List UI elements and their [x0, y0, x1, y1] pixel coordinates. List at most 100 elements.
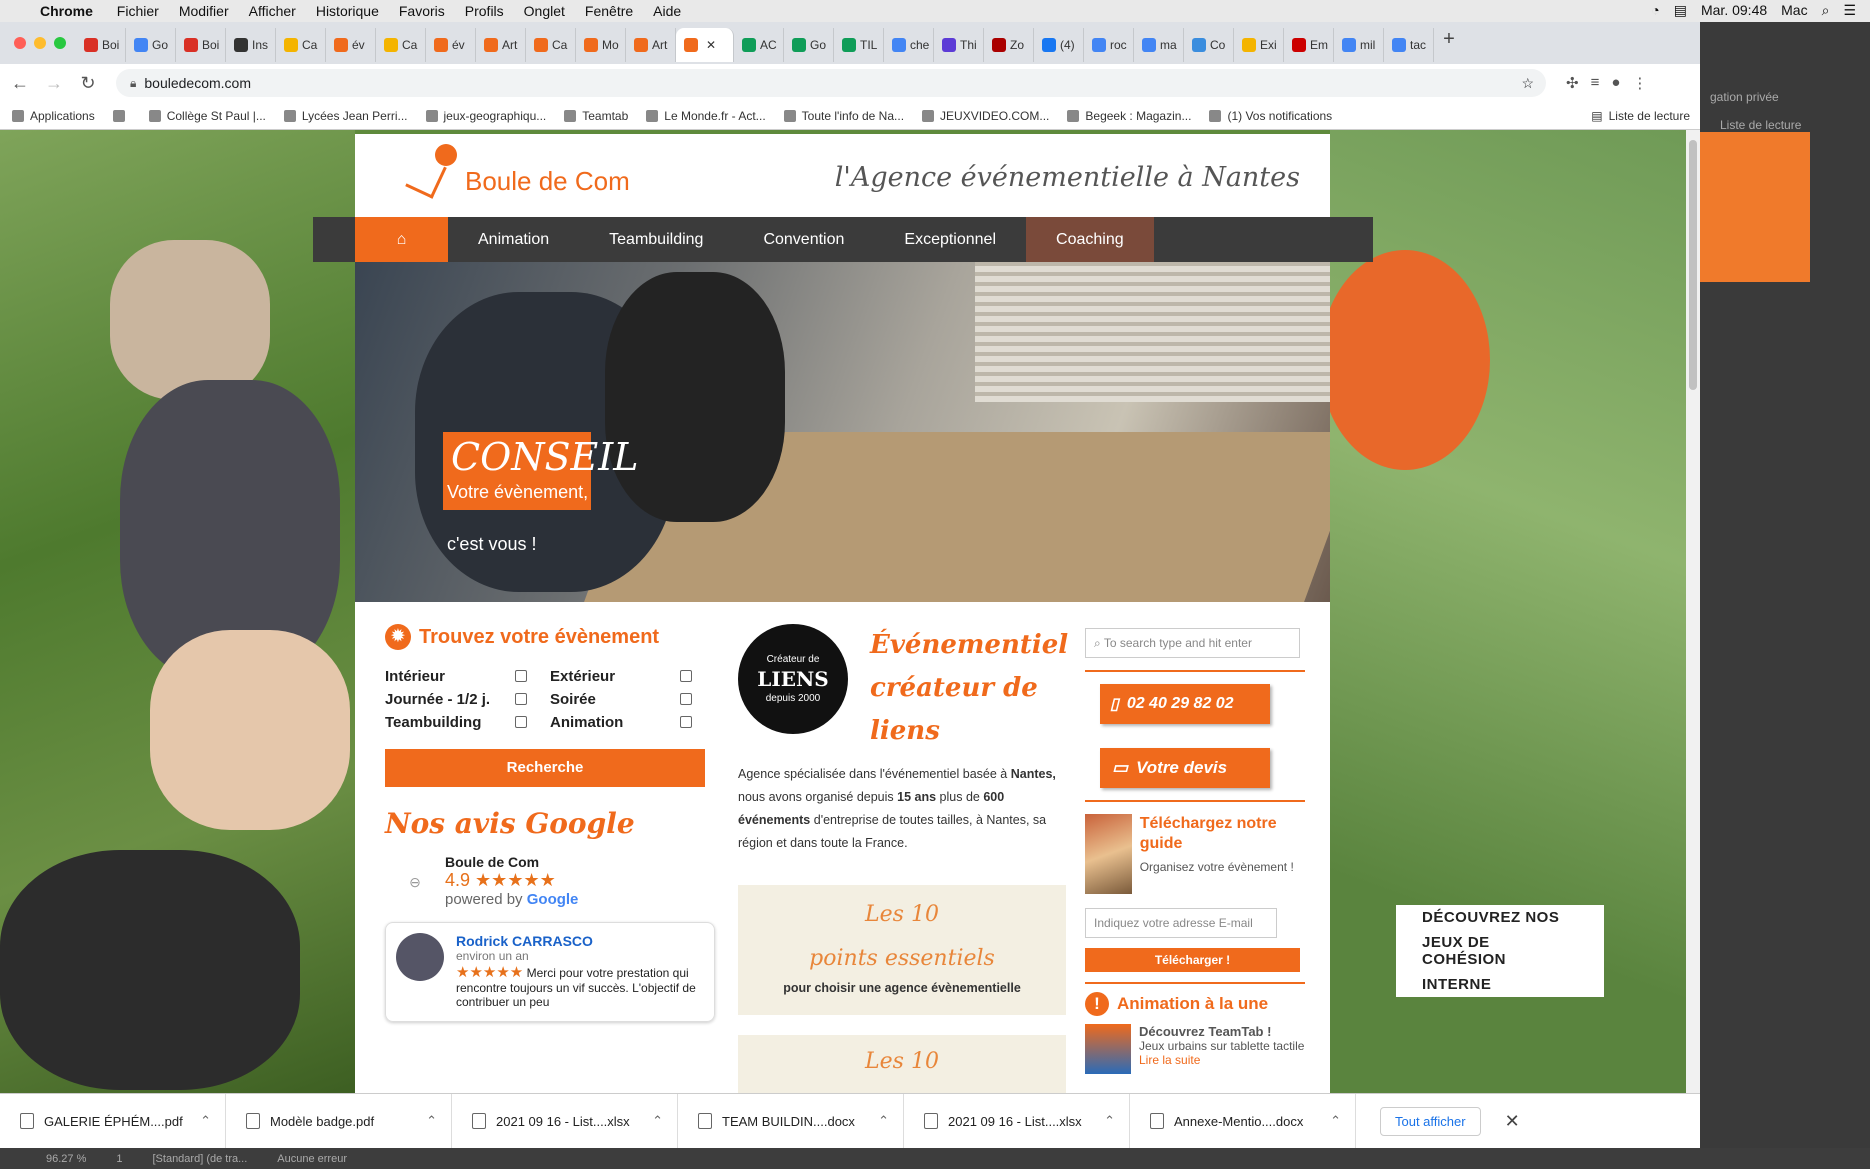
guide-title[interactable]: Téléchargez notre guide: [1140, 814, 1305, 854]
chevron-up-icon[interactable]: ⌃: [200, 1113, 211, 1129]
filter-checkbox-animation[interactable]: [680, 716, 692, 728]
app-name[interactable]: Chrome: [40, 3, 93, 19]
flag-icon[interactable]: ▤: [1674, 2, 1687, 19]
zoom-window-button[interactable]: [54, 37, 66, 49]
bookmark-item[interactable]: Applications: [12, 109, 95, 123]
menu-5[interactable]: Profils: [465, 3, 504, 19]
chevron-up-icon[interactable]: ⌃: [1104, 1113, 1115, 1129]
devis-button[interactable]: ▭ Votre devis: [1100, 748, 1270, 788]
menu-4[interactable]: Favoris: [399, 3, 445, 19]
site-logo[interactable]: Boule de Com: [405, 144, 630, 199]
home-nav-button[interactable]: ⌂: [355, 217, 448, 262]
ten-points-box-2[interactable]: Les 10: [738, 1035, 1066, 1093]
user-name[interactable]: Mac: [1781, 2, 1807, 19]
menu-icon[interactable]: ☰: [1843, 2, 1856, 19]
email-field[interactable]: Indiquez votre adresse E-mail: [1085, 908, 1277, 938]
browser-tab[interactable]: roc: [1084, 28, 1134, 62]
menu-7[interactable]: Fenêtre: [585, 3, 633, 19]
nav-coaching[interactable]: Coaching: [1026, 217, 1154, 262]
recherche-button[interactable]: Recherche: [385, 749, 705, 787]
bookmark-item[interactable]: Toute l'info de Na...: [783, 109, 904, 123]
search-input[interactable]: ⌕ To search type and hit enter: [1085, 628, 1300, 658]
browser-tab[interactable]: Art: [626, 28, 676, 62]
download-item[interactable]: 2021 09 16 - List....xlsx ⌃: [904, 1093, 1130, 1149]
menu-2[interactable]: Afficher: [249, 3, 296, 19]
scroll-thumb[interactable]: [1689, 140, 1697, 390]
chevron-up-icon[interactable]: ⌃: [426, 1113, 437, 1129]
browser-tab[interactable]: Boi: [76, 28, 126, 62]
bookmark-item[interactable]: Begeek : Magazin...: [1067, 109, 1191, 123]
page-scrollbar[interactable]: [1686, 130, 1700, 1093]
teamtab-item[interactable]: Découvrez TeamTab ! Jeux urbains sur tab…: [1085, 1024, 1305, 1074]
read-more-link[interactable]: Lire la suite: [1139, 1053, 1304, 1067]
browser-tab[interactable]: Ca: [526, 28, 576, 62]
nav-teambuilding[interactable]: Teambuilding: [579, 217, 733, 262]
reload-icon[interactable]: ↻: [74, 73, 102, 94]
bookmark-item[interactable]: Collège St Paul |...: [148, 109, 266, 123]
reading-list-button[interactable]: ▤ Liste de lecture: [1591, 109, 1690, 123]
browser-tab[interactable]: AC: [734, 28, 784, 62]
chevron-up-icon[interactable]: ⌃: [652, 1113, 663, 1129]
menu-8[interactable]: Aide: [653, 3, 681, 19]
bookmark-item[interactable]: [112, 109, 131, 122]
browser-tab[interactable]: che: [884, 28, 934, 62]
wifi-icon[interactable]: ◔: [1651, 2, 1659, 19]
address-bar[interactable]: 🔒︎ bouledecom.com ☆: [116, 69, 1546, 97]
clock[interactable]: Mar. 09:48: [1701, 2, 1767, 19]
bookmark-item[interactable]: Le Monde.fr - Act...: [646, 109, 766, 123]
browser-tab[interactable]: mil: [1334, 28, 1384, 62]
browser-tab[interactable]: ✕: [676, 28, 734, 62]
show-all-button[interactable]: Tout afficher: [1380, 1106, 1481, 1136]
bookmark-item[interactable]: Lycées Jean Perri...: [283, 109, 408, 123]
nav-animation[interactable]: Animation: [448, 217, 579, 262]
browser-tab[interactable]: Go: [126, 28, 176, 62]
browser-tab[interactable]: ma: [1134, 28, 1184, 62]
filter-checkbox-journee[interactable]: [515, 693, 527, 705]
profile-avatar[interactable]: ●: [1611, 74, 1620, 92]
reviewer-name[interactable]: Rodrick CARRASCO: [456, 933, 704, 949]
download-item[interactable]: Annexe-Mentio....docx ⌃: [1130, 1093, 1356, 1149]
bookmark-item[interactable]: jeux-geographiqu...: [425, 109, 546, 123]
browser-tab[interactable]: Go: [784, 28, 834, 62]
bookmark-item[interactable]: JEUXVIDEO.COM...: [922, 109, 1049, 123]
browser-tab[interactable]: Art: [476, 28, 526, 62]
menu-0[interactable]: Fichier: [117, 3, 159, 19]
browser-tab[interactable]: év: [326, 28, 376, 62]
filter-checkbox-interieur[interactable]: [515, 670, 527, 682]
menu-3[interactable]: Historique: [316, 3, 379, 19]
filter-checkbox-exterieur[interactable]: [680, 670, 692, 682]
bookmark-item[interactable]: (1) Vos notifications: [1209, 109, 1332, 123]
close-icon[interactable]: ✕: [1505, 1111, 1520, 1132]
download-item[interactable]: TEAM BUILDIN....docx ⌃: [678, 1093, 904, 1149]
cohesion-banner[interactable]: DÉCOUVREZ NOS JEUX DE COHÉSION INTERNE: [1396, 905, 1604, 997]
ten-points-box[interactable]: Les 10 points essentiels pour choisir un…: [738, 885, 1066, 1015]
browser-tab[interactable]: Exi: [1234, 28, 1284, 62]
phone-button[interactable]: ▯ 02 40 29 82 02: [1100, 684, 1270, 724]
download-item[interactable]: GALERIE ÉPHÉM....pdf ⌃: [0, 1093, 226, 1149]
reading-list-icon[interactable]: ≡: [1591, 74, 1600, 92]
telecharger-button[interactable]: Télécharger !: [1085, 948, 1300, 972]
browser-tab[interactable]: (4): [1034, 28, 1084, 62]
more-icon[interactable]: ⋮: [1632, 74, 1647, 92]
url-text[interactable]: bouledecom.com: [144, 75, 251, 91]
browser-tab[interactable]: TIL: [834, 28, 884, 62]
download-item[interactable]: 2021 09 16 - List....xlsx ⌃: [452, 1093, 678, 1149]
download-item[interactable]: Modèle badge.pdf ⌃: [226, 1093, 452, 1149]
forward-icon[interactable]: →: [40, 73, 68, 94]
nav-convention[interactable]: Convention: [733, 217, 874, 262]
filter-checkbox-teambuilding[interactable]: [515, 716, 527, 728]
browser-tab[interactable]: Boi: [176, 28, 226, 62]
minimize-window-button[interactable]: [34, 37, 46, 49]
extensions-icon[interactable]: ✣: [1566, 74, 1579, 92]
close-tab-icon[interactable]: ✕: [706, 38, 716, 52]
back-icon[interactable]: ←: [6, 73, 34, 94]
bookmark-item[interactable]: Teamtab: [564, 109, 628, 123]
browser-tab[interactable]: Ca: [276, 28, 326, 62]
browser-tab[interactable]: Thi: [934, 28, 984, 62]
menu-1[interactable]: Modifier: [179, 3, 229, 19]
new-tab-button[interactable]: +: [1434, 28, 1464, 64]
menu-6[interactable]: Onglet: [524, 3, 565, 19]
chevron-up-icon[interactable]: ⌃: [878, 1113, 889, 1129]
browser-tab[interactable]: Em: [1284, 28, 1334, 62]
bookmark-star-icon[interactable]: ☆: [1521, 75, 1534, 92]
